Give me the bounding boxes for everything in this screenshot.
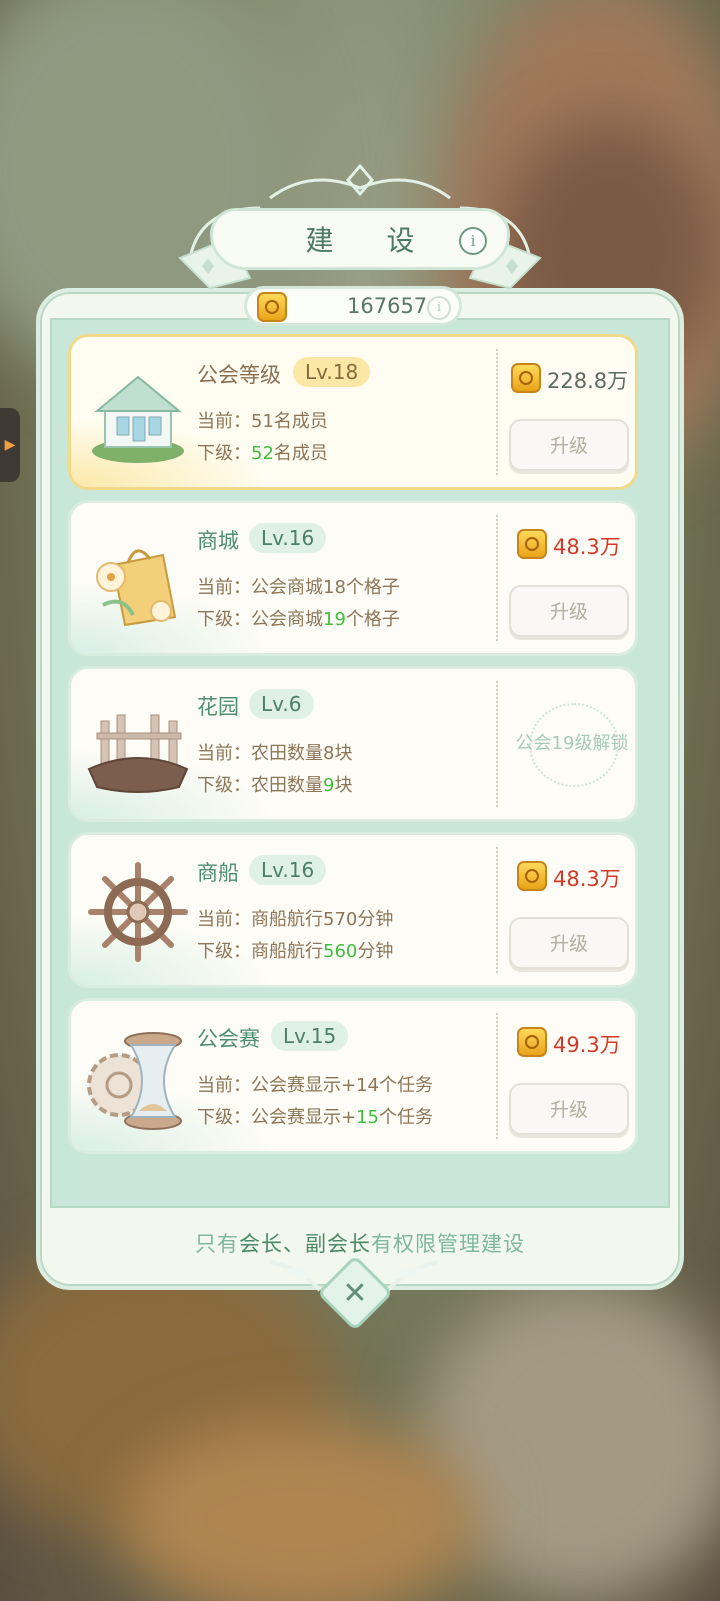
next-effect: 下级：商船航行560分钟 <box>197 941 394 962</box>
building-name: 公会赛 <box>197 1027 260 1051</box>
ship-wheel-icon <box>88 862 188 962</box>
building-card-guild-level: 公会等级 Lv.18 当前：51名成员 下级：52名成员 228.8万 升级 <box>68 334 638 490</box>
upgrade-button[interactable]: 升级 <box>509 917 629 969</box>
building-name: 商船 <box>197 861 239 885</box>
level-badge: Lv.16 <box>249 855 327 885</box>
guild-fund-value: 167657 <box>347 294 428 318</box>
level-badge: Lv.6 <box>249 689 314 719</box>
upgrade-button[interactable]: 升级 <box>509 585 629 637</box>
divider <box>496 515 498 641</box>
permission-note: 只有会长、副会长有权限管理建设 <box>195 1232 525 1256</box>
level-badge: Lv.15 <box>271 1021 349 1051</box>
level-badge: Lv.16 <box>249 523 327 553</box>
next-effect: 下级：公会商城19个格子 <box>197 609 400 630</box>
upgrade-button[interactable]: 升级 <box>509 419 629 471</box>
building-card-guild-race: 公会赛 Lv.15 当前：公会赛显示+14个任务 下级：公会赛显示+15个任务 … <box>68 998 638 1154</box>
unlock-requirement: 公会19级解锁 <box>515 733 629 754</box>
shop-bag-icon <box>96 549 177 627</box>
title-ribbon: 建 设 i <box>210 208 510 270</box>
divider <box>496 847 498 973</box>
coin-icon <box>511 363 541 393</box>
coin-icon <box>517 861 547 891</box>
divider <box>496 681 498 807</box>
current-effect: 当前：农田数量8块 <box>197 743 353 764</box>
next-effect: 下级：农田数量9块 <box>197 775 353 796</box>
current-effect: 当前：公会赛显示+14个任务 <box>197 1075 433 1096</box>
coin-icon <box>517 529 547 559</box>
coin-icon <box>517 1027 547 1057</box>
guild-fund-display: 167657 i <box>244 286 462 326</box>
divider <box>496 1013 498 1139</box>
hourglass-gear-icon <box>87 1032 182 1130</box>
page-title: 建 设 <box>305 224 437 257</box>
coin-icon <box>257 292 287 322</box>
next-effect: 下级：公会赛显示+15个任务 <box>197 1107 433 1128</box>
close-icon[interactable]: ✕ <box>328 1268 382 1322</box>
upgrade-button[interactable]: 升级 <box>509 1083 629 1135</box>
building-name: 公会等级 <box>197 363 281 387</box>
current-effect: 当前：公会商城18个格子 <box>197 577 400 598</box>
next-effect: 下级：52名成员 <box>197 443 328 464</box>
building-card-ship: 商船 Lv.16 当前：商船航行570分钟 下级：商船航行560分钟 48.3万… <box>68 832 638 988</box>
building-card-garden: 花园 Lv.6 当前：农田数量8块 下级：农田数量9块 公会19级解锁 <box>68 666 638 822</box>
info-icon[interactable]: i <box>459 227 487 255</box>
garden-fence-icon <box>87 714 189 793</box>
side-drawer-tab[interactable]: ▶ <box>0 408 20 482</box>
info-icon[interactable]: i <box>427 296 451 320</box>
divider <box>496 349 498 475</box>
current-effect: 当前：商船航行570分钟 <box>197 909 394 930</box>
current-effect: 当前：51名成员 <box>197 411 328 432</box>
level-badge: Lv.18 <box>293 357 371 387</box>
building-card-shop: 商城 Lv.16 当前：公会商城18个格子 下级：公会商城19个格子 48.3万… <box>68 500 638 656</box>
guild-house-icon <box>92 375 184 463</box>
chevron-right-icon: ▶ <box>4 437 16 453</box>
close-button-area: ✕ <box>266 1254 442 1338</box>
building-name: 花园 <box>197 695 239 719</box>
building-name: 商城 <box>197 529 239 553</box>
